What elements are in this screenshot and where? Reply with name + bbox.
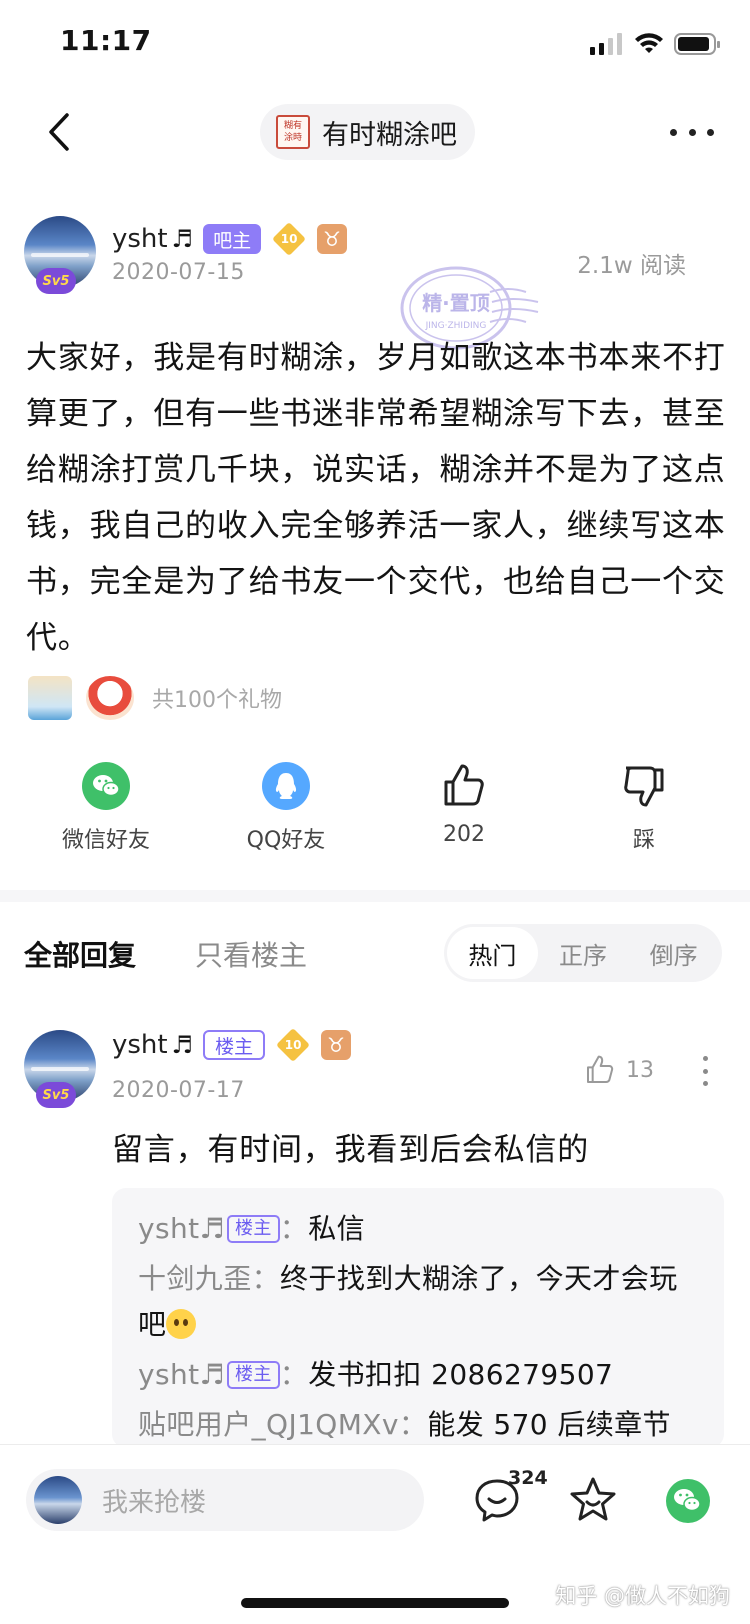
separator: ： xyxy=(251,1262,281,1295)
my-avatar xyxy=(34,1476,82,1524)
dot xyxy=(707,128,714,136)
sub-replies-box[interactable]: ysht♬ 楼主 ：私信 十剑九歪：终于找到大糊涂了，今天才会玩吧 ysht♬ 楼主：… xyxy=(112,1188,724,1448)
reply-tabs: 全部回复 只看楼主 热门 正序 倒序 xyxy=(0,922,750,984)
dot xyxy=(702,1056,708,1061)
more-options-button[interactable] xyxy=(664,114,720,150)
level-badge: 10 xyxy=(275,1028,311,1062)
thumbs-up-icon xyxy=(587,1055,614,1083)
tab-all-replies[interactable]: 全部回复 xyxy=(24,934,136,974)
post-date: 2020-07-15 xyxy=(112,260,245,285)
thread-owner-tag: 楼主 xyxy=(226,1215,280,1243)
tab-owner-only[interactable]: 只看楼主 xyxy=(195,934,307,974)
sub-reply[interactable]: 贴吧用户_QJ1QMXv：能发 570 后续章节 xyxy=(138,1402,698,1448)
post-author-name[interactable]: ysht xyxy=(112,224,168,254)
wechat-icon xyxy=(82,762,130,810)
forum-avatar: 糊有涂時 xyxy=(276,115,310,149)
signal-icon xyxy=(590,33,622,55)
home-indicator[interactable] xyxy=(241,1598,509,1608)
dot xyxy=(702,1068,708,1074)
forum-pill[interactable]: 糊有涂時 有时糊涂吧 xyxy=(260,104,475,160)
sub-reply[interactable]: ysht♬ 楼主 ：发书扣扣 2086279507 xyxy=(138,1352,698,1398)
reply-more-button[interactable] xyxy=(696,1054,714,1088)
avatar-badge: Sv5 xyxy=(36,268,76,294)
wifi-icon xyxy=(635,33,663,53)
share-qq-button[interactable]: QQ好友 xyxy=(216,762,356,854)
sort-toggle: 热门 正序 倒序 xyxy=(444,924,722,982)
wechat-label: 微信好友 xyxy=(61,828,150,853)
avatar-badge: Sv5 xyxy=(36,1082,76,1108)
reply-like-count: 13 xyxy=(626,1057,654,1083)
share-wechat-button[interactable]: 微信好友 xyxy=(36,762,176,854)
corner-watermark: 知乎 @做人不如狗 xyxy=(555,1584,730,1608)
separator: ： xyxy=(279,1358,309,1391)
reply-text: 留言，有时间，我看到后会私信的 xyxy=(112,1132,589,1168)
gift-count: 共100个礼物 xyxy=(152,688,282,713)
separator: ： xyxy=(279,1212,309,1245)
dislike-button[interactable]: 踩 xyxy=(574,762,714,854)
forum-owner-tag: 吧主 xyxy=(203,224,262,254)
level-number: 10 xyxy=(280,232,298,246)
chevron-left-icon xyxy=(49,113,69,151)
section-divider xyxy=(0,890,750,902)
worried-emoji-icon xyxy=(166,1309,197,1339)
sub-reply[interactable]: 十剑九歪：终于找到大糊涂了，今天才会玩吧 xyxy=(138,1256,698,1348)
zodiac-icon: ♉ xyxy=(317,224,348,254)
reply-input[interactable]: 我来抢楼 xyxy=(26,1469,424,1531)
action-row: 微信好友 QQ好友 202 踩 xyxy=(0,762,750,872)
reply-author-row: ysht ♬ 楼主 10 ♉ xyxy=(112,1028,352,1062)
gifts-row[interactable]: 共100个礼物 xyxy=(28,676,282,720)
reply-like-button[interactable]: 13 xyxy=(584,1054,654,1086)
music-note-icon: ♬ xyxy=(171,1031,194,1059)
back-button[interactable] xyxy=(34,104,84,160)
separator: ： xyxy=(398,1408,428,1441)
reply-date: 2020-07-17 xyxy=(112,1078,245,1103)
sort-descending[interactable]: 倒序 xyxy=(628,927,719,979)
reply-input-placeholder: 我来抢楼 xyxy=(102,1487,207,1518)
sub-reply-author[interactable]: 十剑九歪 xyxy=(138,1262,252,1295)
sort-hot[interactable]: 热门 xyxy=(447,927,538,979)
dot xyxy=(702,1081,708,1086)
post-body: 大家好，我是有时糊涂，岁月如歌这本书本来不打算更了，但有一些书迷非常希望糊涂写下… xyxy=(26,340,726,656)
reply-author-name[interactable]: ysht xyxy=(112,1030,168,1060)
level-number: 10 xyxy=(284,1038,302,1052)
dot xyxy=(670,128,677,136)
thumbs-down-icon xyxy=(624,766,664,807)
wechat-share-icon[interactable] xyxy=(666,1479,710,1523)
sub-reply-text: 能发 570 后续章节 xyxy=(427,1408,671,1441)
favorite-star-icon[interactable] xyxy=(568,1475,618,1525)
sub-reply-text: 私信 xyxy=(308,1212,366,1245)
thread-owner-tag: 楼主 xyxy=(226,1361,280,1389)
qq-label: QQ好友 xyxy=(246,828,326,853)
like-count: 202 xyxy=(443,822,485,847)
sub-reply-author[interactable]: 贴吧用户_QJ1QMXv xyxy=(138,1408,399,1441)
nav-bar: 糊有涂時 有时糊涂吧 xyxy=(0,92,750,172)
zodiac-icon: ♉ xyxy=(321,1030,352,1060)
sub-reply-text: 发书扣扣 2086279507 xyxy=(308,1358,614,1391)
stamp-main-text: 精·置顶 xyxy=(422,291,490,315)
thread-owner-tag: 楼主 xyxy=(203,1030,266,1060)
music-note-icon: ♬ xyxy=(171,225,194,253)
sub-reply-author[interactable]: ysht♬ xyxy=(138,1212,225,1245)
forum-name: 有时糊涂吧 xyxy=(322,119,457,151)
level-badge: 10 xyxy=(271,222,307,256)
dot xyxy=(688,128,696,136)
status-bar: 11:17 xyxy=(0,0,750,92)
status-time: 11:17 xyxy=(60,24,152,57)
sort-ascending[interactable]: 正序 xyxy=(538,927,629,979)
post-author-row: ysht ♬ 吧主 10 ♉ xyxy=(112,222,348,256)
status-icons xyxy=(590,32,722,56)
sub-reply[interactable]: ysht♬ 楼主 ：私信 xyxy=(138,1206,698,1252)
qq-icon xyxy=(262,762,310,810)
gift-icon xyxy=(28,676,72,720)
thumbs-up-icon xyxy=(444,764,484,806)
read-count: 2.1w 阅读 xyxy=(577,253,686,279)
like-button[interactable]: 202 xyxy=(394,762,534,847)
sub-reply-author[interactable]: ysht♬ xyxy=(138,1358,225,1391)
dislike-label: 踩 xyxy=(632,828,655,853)
gift-icon xyxy=(86,676,134,720)
comment-count: 324 xyxy=(508,1467,548,1489)
battery-icon xyxy=(674,33,720,55)
